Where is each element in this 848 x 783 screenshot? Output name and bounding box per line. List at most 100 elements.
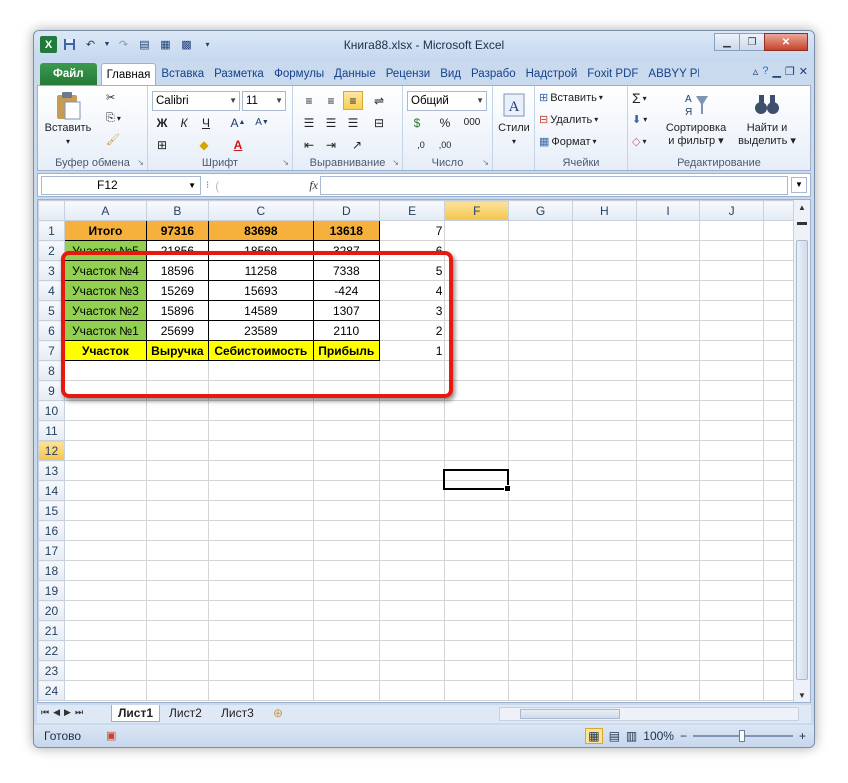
cell[interactable] xyxy=(145,360,209,381)
column-header[interactable]: F xyxy=(444,200,510,221)
cell[interactable] xyxy=(571,480,637,501)
zoom-slider[interactable] xyxy=(692,730,793,742)
cell[interactable] xyxy=(378,560,446,581)
cell[interactable] xyxy=(312,580,380,601)
cell[interactable] xyxy=(763,680,794,701)
cell[interactable] xyxy=(763,460,794,481)
tab-addins[interactable]: Надстрой xyxy=(521,63,583,85)
cell[interactable] xyxy=(63,660,147,681)
cell[interactable] xyxy=(63,600,147,621)
ribbon-minimize-icon[interactable]: ▵ xyxy=(753,65,759,78)
dialog-launcher-icon[interactable]: ↘ xyxy=(282,158,289,167)
cell[interactable] xyxy=(763,500,794,521)
row-header[interactable]: 22 xyxy=(38,640,65,661)
row-header[interactable]: 3 xyxy=(38,260,65,281)
autosum-button[interactable]: Σ ▾ xyxy=(632,90,647,106)
cell[interactable] xyxy=(444,280,510,301)
cell[interactable] xyxy=(763,240,794,261)
wrap-text-icon[interactable]: ⇌ xyxy=(369,91,389,110)
cell[interactable] xyxy=(571,420,637,441)
cell-d4[interactable]: -424 xyxy=(312,280,380,301)
clear-icon[interactable]: ◇ ▾ xyxy=(632,135,646,148)
cell[interactable] xyxy=(571,280,637,301)
cell[interactable] xyxy=(699,620,765,641)
cell[interactable] xyxy=(444,460,510,481)
cell[interactable] xyxy=(699,640,765,661)
tab-developer[interactable]: Разрабо xyxy=(466,63,521,85)
cell[interactable] xyxy=(207,420,314,441)
cell[interactable] xyxy=(444,420,510,441)
sheet-tab-1[interactable]: Лист1 xyxy=(111,705,161,722)
cell[interactable] xyxy=(763,480,794,501)
delete-cells-button[interactable]: ⊟ Удалить ▾ xyxy=(539,113,598,127)
row-header[interactable]: 2 xyxy=(38,240,65,261)
cell[interactable] xyxy=(635,580,701,601)
cell[interactable] xyxy=(699,660,765,681)
cell[interactable] xyxy=(145,640,209,661)
percent-button[interactable]: % xyxy=(435,113,455,132)
cell-a2[interactable]: Участок №5 xyxy=(63,240,147,261)
cell[interactable] xyxy=(378,440,446,461)
cell[interactable] xyxy=(763,440,794,461)
cell[interactable] xyxy=(207,560,314,581)
cell[interactable] xyxy=(63,560,147,581)
cell[interactable] xyxy=(763,260,794,281)
cell[interactable] xyxy=(699,680,765,701)
cell-c5[interactable]: 14589 xyxy=(207,300,314,321)
format-cells-button[interactable]: ▦ Формат ▾ xyxy=(539,135,597,149)
cell[interactable] xyxy=(571,560,637,581)
cell[interactable] xyxy=(763,640,794,661)
row-header[interactable]: 13 xyxy=(38,460,65,481)
cell[interactable] xyxy=(508,260,573,281)
cell[interactable] xyxy=(635,680,701,701)
cell[interactable] xyxy=(508,640,573,661)
help-icon[interactable]: ? xyxy=(762,65,768,78)
italic-button[interactable]: К xyxy=(174,113,194,132)
row-header[interactable]: 5 xyxy=(38,300,65,321)
column-header[interactable] xyxy=(763,200,794,221)
row-header[interactable]: 8 xyxy=(38,360,65,381)
cell[interactable] xyxy=(699,260,765,281)
borders-icon[interactable]: ⊞ xyxy=(152,135,172,154)
cell[interactable] xyxy=(444,560,510,581)
cell-d6[interactable]: 2110 xyxy=(312,320,380,341)
cell[interactable] xyxy=(571,440,637,461)
cell[interactable] xyxy=(312,380,380,401)
cell[interactable] xyxy=(444,500,510,521)
normal-view-icon[interactable]: ▦ xyxy=(585,728,603,744)
cell[interactable] xyxy=(444,480,510,501)
zoom-level[interactable]: 100% xyxy=(643,729,674,743)
cell-a7[interactable]: Участок xyxy=(63,340,147,361)
cell[interactable] xyxy=(571,600,637,621)
cell[interactable] xyxy=(635,280,701,301)
cell-b1[interactable]: 97316 xyxy=(145,220,209,241)
tab-abbyy[interactable]: ABBYY PD xyxy=(643,63,699,85)
first-sheet-icon[interactable]: ⏮ xyxy=(41,707,49,718)
cell-c4[interactable]: 15693 xyxy=(207,280,314,301)
cell[interactable] xyxy=(312,620,380,641)
expand-formula-bar-icon[interactable]: ▼ xyxy=(791,177,807,193)
cell[interactable] xyxy=(635,380,701,401)
cell[interactable] xyxy=(312,360,380,381)
cell[interactable] xyxy=(145,440,209,461)
cell[interactable] xyxy=(378,420,446,441)
tab-home[interactable]: Главная xyxy=(100,63,157,85)
align-bottom-icon[interactable]: ≡ xyxy=(343,91,363,110)
cell[interactable] xyxy=(145,460,209,481)
cell[interactable] xyxy=(508,480,573,501)
tab-insert[interactable]: Вставка xyxy=(156,63,209,85)
cell[interactable] xyxy=(145,480,209,501)
cell[interactable] xyxy=(508,500,573,521)
cell[interactable] xyxy=(444,300,510,321)
cell[interactable] xyxy=(571,300,637,321)
cell[interactable] xyxy=(508,380,573,401)
row-header[interactable]: 7 xyxy=(38,340,65,361)
cell-e2[interactable]: 6 xyxy=(378,240,446,261)
close-button[interactable]: ✕ xyxy=(764,33,808,51)
shrink-font-icon[interactable]: A ▼ xyxy=(252,113,272,132)
cell[interactable] xyxy=(145,660,209,681)
cell[interactable] xyxy=(635,340,701,361)
tab-file[interactable]: Файл xyxy=(40,63,97,85)
cell[interactable] xyxy=(378,540,446,561)
cell-d2[interactable]: 3287 xyxy=(312,240,380,261)
